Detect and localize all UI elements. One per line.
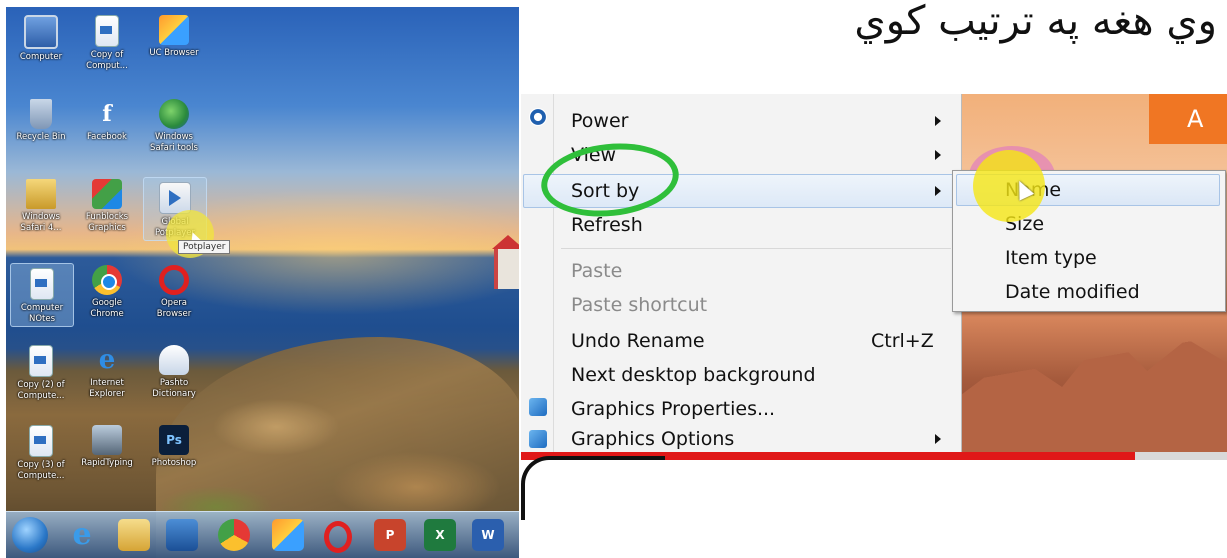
menu-gutter [553, 94, 554, 460]
keyboard-icon [92, 425, 122, 455]
document-icon [29, 345, 53, 377]
submenu-arrow-icon [935, 186, 941, 196]
video-frame-corner [521, 456, 665, 520]
menu-item-undo-rename[interactable]: Undo Rename [571, 330, 705, 352]
menu-item-refresh[interactable]: Refresh [571, 214, 643, 236]
desktop-icon-label: Pashto Dictionary [152, 378, 196, 399]
menu-item-next-desktop-background[interactable]: Next desktop background [571, 364, 816, 386]
facebook-icon: f [102, 101, 112, 127]
desktop-icon-windows-safari[interactable]: Windows Safari 4... [10, 179, 72, 234]
desktop-icon-label: Funblocks Graphics [85, 212, 129, 233]
desktop-icon-internet-explorer[interactable]: e Internet Explorer [76, 345, 138, 400]
taskbar: e P X W [6, 511, 519, 558]
desktop-icon-facebook[interactable]: f Facebook [76, 99, 138, 143]
desktop-icon-photoshop[interactable]: Ps Photoshop [143, 425, 205, 469]
chrome-taskbar-icon[interactable] [218, 519, 250, 551]
cursor-highlight [973, 150, 1045, 222]
photoshop-icon: Ps [159, 425, 189, 455]
menu-item-power[interactable]: Power [571, 110, 628, 132]
chrome-icon [92, 265, 122, 295]
tooltip: Potplayer [178, 240, 231, 254]
desktop-icon-label: Facebook [87, 132, 127, 142]
desktop-icon-recycle-bin[interactable]: Recycle Bin [10, 99, 72, 143]
submenu-arrow-icon [935, 150, 941, 160]
desktop-icon-funblocks[interactable]: Funblocks Graphics [76, 179, 138, 234]
document-icon [95, 15, 119, 47]
wallpaper-button[interactable]: A [1149, 94, 1227, 144]
desktop-icon-rapidtyping[interactable]: RapidTyping [76, 425, 138, 469]
folder-icon [26, 179, 56, 209]
graphics-properties-icon [529, 398, 547, 416]
desktop-screenshot: Computer Copy of Comput... UC Browser Re… [6, 7, 519, 558]
menu-separator [561, 248, 951, 249]
media-player-taskbar-icon[interactable] [166, 519, 198, 551]
desktop-icon-label: Computer [19, 52, 63, 62]
document-icon [29, 425, 53, 457]
desktop-icon-google-chrome[interactable]: Google Chrome [76, 265, 138, 320]
menu-item-graphics-options[interactable]: Graphics Options [571, 428, 734, 450]
globe-icon [159, 99, 189, 129]
undo-shortcut: Ctrl+Z [871, 330, 934, 352]
computer-icon [24, 15, 58, 49]
uc-browser-taskbar-icon[interactable] [272, 519, 304, 551]
menu-item-paste-shortcut[interactable]: Paste shortcut [571, 294, 707, 316]
desktop-icon-label: RapidTyping [81, 458, 133, 468]
desktop-icon-label: Copy (2) of Compute... [17, 380, 65, 401]
desktop-icon-copy-2[interactable]: Copy (2) of Compute... [10, 345, 72, 402]
context-menu: Power View Sort by Refresh Paste Paste s… [521, 94, 962, 460]
desktop-icon-label: Internet Explorer [89, 378, 125, 399]
submenu-item-item-type[interactable]: Item type [1005, 247, 1097, 269]
start-button[interactable] [12, 517, 48, 553]
graphics-options-icon [529, 430, 547, 448]
dictionary-icon [159, 345, 189, 375]
desktop-icon-copy-of-computer[interactable]: Copy of Comput... [76, 15, 138, 72]
page-title: وي هغه په ترتيب کوي [854, 0, 1217, 44]
internet-explorer-taskbar-icon[interactable]: e [66, 519, 98, 551]
recycle-bin-icon [30, 99, 52, 129]
submenu-item-date-modified[interactable]: Date modified [1005, 281, 1140, 303]
desktop-icon-windows-safari-tools[interactable]: Windows Safari tools [143, 99, 205, 154]
desktop-icon-uc-browser[interactable]: UC Browser [143, 15, 205, 59]
power-icon [529, 108, 547, 126]
desktop-icon-copy-3[interactable]: Copy (3) of Compute... [10, 425, 72, 482]
file-explorer-taskbar-icon[interactable] [118, 519, 150, 551]
document-icon [30, 268, 54, 300]
desktop-icon-label: Photoshop [151, 458, 197, 468]
opera-icon [159, 265, 189, 295]
desktop-icon-label: Windows Safari 4... [20, 212, 62, 233]
desktop-icon-opera[interactable]: Opera Browser [143, 265, 205, 320]
powerpoint-taskbar-icon[interactable]: P [374, 519, 406, 551]
desktop-icon-computer[interactable]: Computer [10, 15, 72, 63]
lighthouse-decoration [492, 235, 519, 289]
desktop-icon-label: Recycle Bin [16, 132, 66, 142]
menu-item-paste[interactable]: Paste [571, 260, 622, 282]
word-taskbar-icon[interactable]: W [472, 519, 504, 551]
menu-item-graphics-properties[interactable]: Graphics Properties... [571, 398, 775, 420]
desktop-icon-pashto-dictionary[interactable]: Pashto Dictionary [143, 345, 205, 400]
desktop-icon-label: Windows Safari tools [150, 132, 198, 153]
uc-browser-icon [159, 15, 189, 45]
annotation-circle [537, 136, 683, 224]
excel-taskbar-icon[interactable]: X [424, 519, 456, 551]
context-menu-screenshot: A Power View Sort by Refresh Paste Paste… [521, 94, 1227, 460]
desktop-icon-label: Copy (3) of Compute... [17, 460, 65, 481]
desktop-icon-computer-notes[interactable]: Computer NOtes [10, 263, 74, 327]
desktop-icon-label: Google Chrome [90, 298, 124, 319]
desktop-icon-label: Opera Browser [156, 298, 192, 319]
desktop-icon-label: UC Browser [149, 48, 199, 58]
submenu-arrow-icon [935, 116, 941, 126]
submenu-arrow-icon [935, 434, 941, 444]
internet-explorer-icon: e [98, 345, 116, 375]
graphics-icon [92, 179, 122, 209]
desktop-icon-label: Copy of Comput... [86, 50, 128, 71]
opera-taskbar-icon[interactable] [324, 521, 352, 553]
desktop-icon-label: Computer NOtes [20, 303, 64, 324]
